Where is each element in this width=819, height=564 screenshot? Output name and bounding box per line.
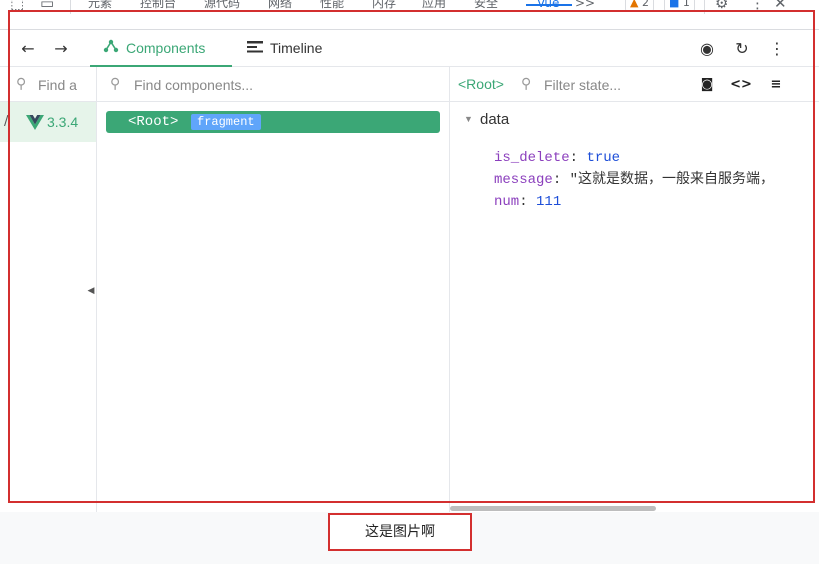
expand-triangle-icon: ▼ [464,114,473,124]
warnings-badge[interactable]: ▲ 2 [625,0,654,12]
tab-application[interactable]: 应用 [422,0,446,18]
tab-console[interactable]: 控制台 [140,0,176,18]
app-search-input[interactable] [38,75,94,95]
selected-component-label: <Root> [458,76,504,92]
tab-elements[interactable]: 元素 [88,0,112,18]
horizontal-scrollbar[interactable] [450,506,656,511]
inspector-header: <Root> ⚲ ◙ <> ≡ [450,67,819,102]
kebab-menu-icon[interactable]: ⋮ [750,0,765,18]
message-icon: ■ [669,0,680,9]
app-item[interactable]: / 3.3.4 [0,102,96,142]
state-inspector-pane: <Root> ⚲ ◙ <> ≡ ▼data is_delete: true me… [450,67,819,512]
divider [704,0,705,14]
scroll-to-component-icon[interactable]: ◙ [696,67,718,102]
tab-sources[interactable]: 源代码 [204,0,240,18]
apps-search: ⚲ [0,67,96,102]
components-icon [102,31,120,65]
timeline-icon [246,31,264,65]
component-search-input[interactable] [134,75,434,95]
tab-network[interactable]: 网络 [268,0,292,18]
app-version: 3.3.4 [47,114,79,130]
settings-gear-icon[interactable]: ⚙ [715,0,728,18]
filter-state-input[interactable] [544,75,684,95]
data-section-header[interactable]: ▼ data [464,111,509,128]
component-tag: <Root> [128,114,179,130]
vue-devtools-toolbar: ← → Components Timeline ◉ ↻ ⋮ [0,31,819,67]
state-row[interactable]: message: "这就是数据，一般来自服务端， [494,169,819,191]
state-row[interactable]: num: 111 [494,191,819,213]
inspect-dom-icon[interactable]: ≡ [765,67,787,102]
messages-badge[interactable]: ■ 1 [664,0,695,12]
more-tabs-button[interactable]: >> [575,0,595,18]
tab-timeline[interactable]: Timeline [246,31,322,67]
vue-logo-icon [26,115,44,130]
warning-icon: ▲ [630,0,639,9]
close-icon[interactable]: ✕ [774,0,787,18]
refresh-icon[interactable]: ↻ [730,31,754,67]
forward-arrow-icon[interactable]: → [49,31,73,67]
device-toolbar-icon[interactable]: ▭ [40,0,54,18]
tab-components[interactable]: Components [90,31,232,67]
devtools-tab-strip: ⬚ ▭ 元素 控制台 源代码 网络 性能 内存 应用 安全 Vue >> ▲ 2… [0,0,819,30]
tab-security[interactable]: 安全 [474,0,498,18]
truncated-label: / [4,114,9,129]
tab-performance[interactable]: 性能 [320,0,344,18]
state-row[interactable]: is_delete: true [494,147,819,169]
inspect-element-icon[interactable]: ⬚ [10,0,24,18]
collapse-pane-handle-icon[interactable]: ◀ [86,281,96,301]
divider [70,0,71,14]
fragment-badge: fragment [191,114,261,130]
state-list: is_delete: true message: "这就是数据，一般来自服务端，… [494,147,819,213]
back-arrow-icon[interactable]: ← [16,31,40,67]
caption-text: 这是图片啊 [328,513,472,551]
show-source-code-icon[interactable]: <> [730,67,752,102]
tab-vue[interactable]: Vue [537,0,559,18]
main-area: ⚲ / 3.3.4 ◀ ⚲ <Root> fragment <Root> ⚲ [0,67,819,512]
tab-memory[interactable]: 内存 [372,0,396,18]
components-tree-pane: ⚲ <Root> fragment [97,67,450,512]
search-icon: ⚲ [16,76,27,92]
apps-pane: ⚲ / 3.3.4 ◀ [0,67,97,512]
search-icon: ⚲ [110,76,121,92]
active-tab-indicator [526,4,572,6]
components-search: ⚲ [97,67,449,102]
tree-node-root[interactable]: <Root> fragment [106,111,440,133]
search-icon: ⚲ [521,76,532,92]
more-options-icon[interactable]: ⋮ [765,31,789,67]
select-component-target-icon[interactable]: ◉ [695,31,719,67]
